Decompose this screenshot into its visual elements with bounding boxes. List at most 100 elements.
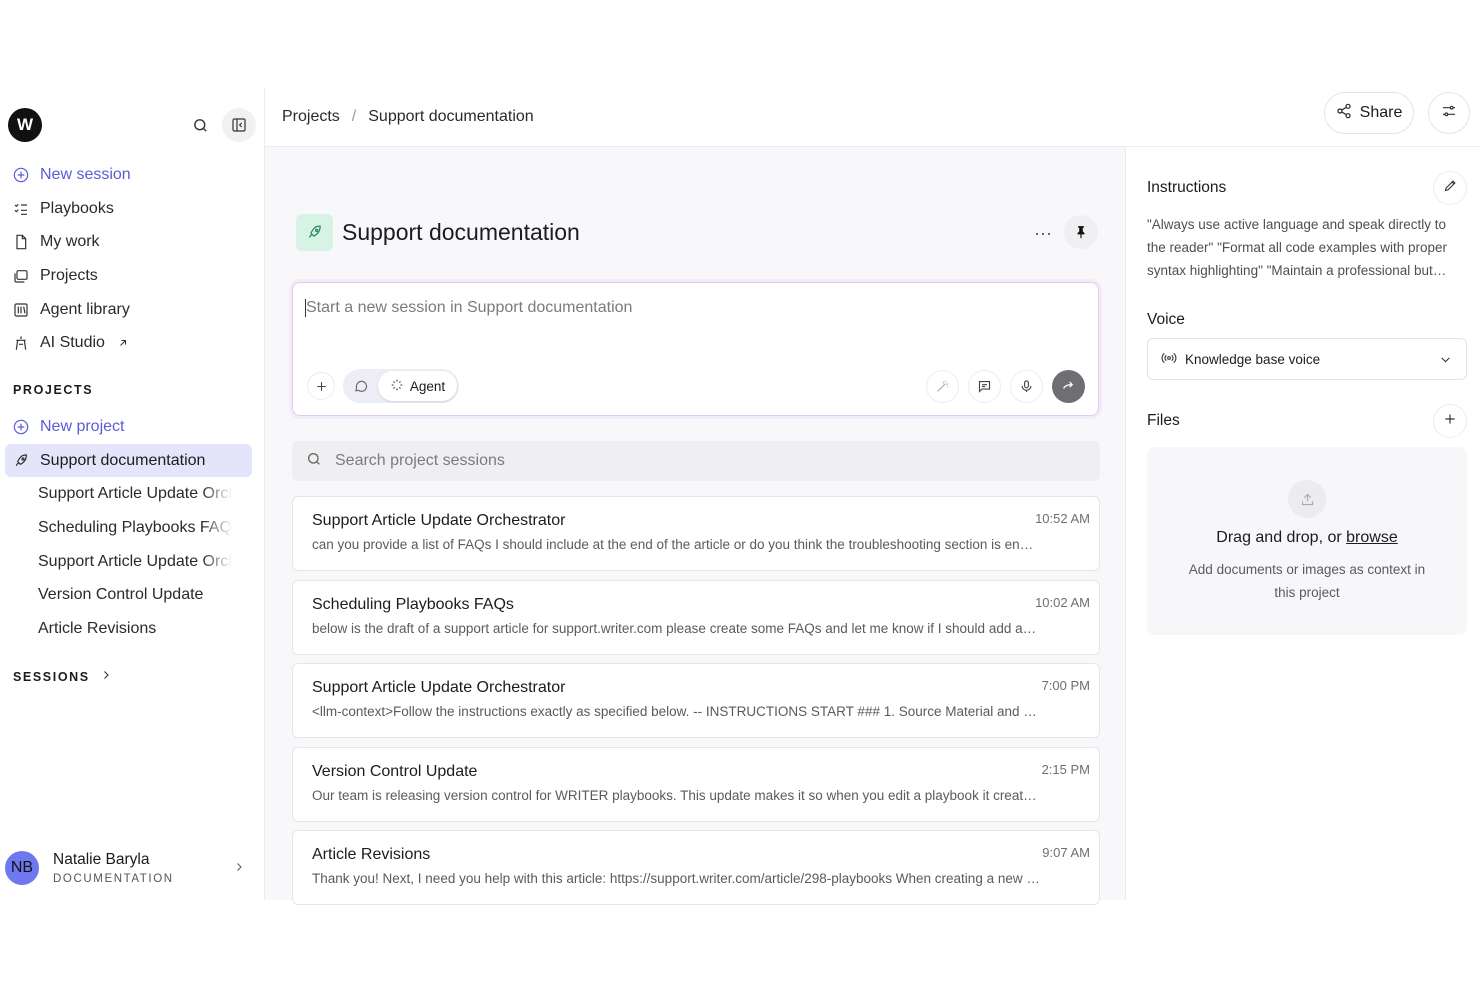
main-area: Projects / Support documentation Share S… xyxy=(265,87,1480,906)
microphone-icon[interactable] xyxy=(1010,370,1043,403)
agent-mode-button[interactable]: Agent xyxy=(378,371,457,401)
session-time: 10:02 AM xyxy=(1035,594,1090,610)
project-session-label: Version Control Update xyxy=(38,586,204,604)
collapse-sidebar-icon[interactable] xyxy=(222,108,256,142)
share-label: Share xyxy=(1359,104,1403,121)
session-preview: Our team is releasing version control fo… xyxy=(312,787,1040,803)
edit-instructions-button[interactable] xyxy=(1433,171,1467,205)
files-heading: Files xyxy=(1147,412,1180,429)
instructions-heading: Instructions xyxy=(1147,179,1227,196)
nav-label: Agent library xyxy=(40,300,130,318)
search-icon[interactable] xyxy=(188,113,212,137)
new-project-button[interactable]: New project xyxy=(0,410,265,444)
agent-sparkle-icon xyxy=(390,378,404,395)
magic-wand-button[interactable] xyxy=(926,370,959,403)
more-options-icon[interactable]: ··· xyxy=(1031,221,1055,245)
project-session-label: Article Revisions xyxy=(38,619,157,637)
nav-item-projects[interactable]: Projects xyxy=(0,259,265,293)
sessions-section-label: SESSIONS xyxy=(13,670,90,684)
voice-select[interactable]: Knowledge base voice xyxy=(1147,338,1467,380)
instructions-text: "Always use active language and speak di… xyxy=(1147,217,1447,278)
sliders-icon xyxy=(1441,103,1457,124)
sessions-section-toggle[interactable]: SESSIONS xyxy=(13,668,112,686)
session-title: Version Control Update xyxy=(312,762,478,780)
session-composer[interactable]: Start a new session in Support documenta… xyxy=(292,282,1099,416)
add-file-button[interactable] xyxy=(1433,404,1467,438)
new-project-label: New project xyxy=(40,417,125,435)
nav-item-agent-library[interactable]: Agent library xyxy=(0,293,265,327)
writer-logo[interactable]: W xyxy=(8,108,42,142)
project-session-item[interactable]: Support Article Update Orchestrator xyxy=(0,477,232,512)
settings-sliders-button[interactable] xyxy=(1428,92,1470,134)
session-card[interactable]: Version Control Update 2:15 PM Our team … xyxy=(292,746,1100,822)
project-session-item[interactable]: Version Control Update xyxy=(0,578,232,612)
session-time: 9:07 AM xyxy=(1042,845,1090,861)
document-icon xyxy=(13,234,29,250)
project-header: Support documentation xyxy=(296,214,580,251)
chat-bubble-icon[interactable] xyxy=(351,376,371,396)
message-icon[interactable] xyxy=(968,370,1001,403)
composer-input[interactable]: Start a new session in Support documenta… xyxy=(305,299,632,317)
chevron-right-icon xyxy=(233,860,245,878)
folders-icon xyxy=(13,268,29,284)
nav-label: Projects xyxy=(40,266,98,284)
broadcast-icon xyxy=(1161,350,1177,369)
chevron-right-icon xyxy=(100,668,112,686)
nav-label: AI Studio xyxy=(40,334,105,352)
drag-drop-text: Drag and drop, or xyxy=(1216,529,1347,546)
nav-label: New session xyxy=(40,165,131,183)
session-title: Support Article Update Orchestrator xyxy=(312,512,566,529)
project-label: Support documentation xyxy=(40,451,206,469)
nav-label: My work xyxy=(40,233,100,251)
search-input[interactable]: Search project sessions xyxy=(335,452,505,470)
pin-icon[interactable] xyxy=(1064,215,1098,249)
session-list: Support Article Update Orchestrator 10:5… xyxy=(292,496,1100,914)
browse-link[interactable]: browse xyxy=(1346,529,1398,546)
chevron-down-icon xyxy=(1439,353,1452,369)
avatar: NB xyxy=(5,851,39,885)
session-title: Article Revisions xyxy=(312,846,431,864)
session-preview: Thank you! Next, I need you help with th… xyxy=(312,871,1040,887)
nav-item-playbooks[interactable]: Playbooks xyxy=(0,192,265,226)
plus-circle-icon xyxy=(13,167,29,183)
breadcrumb-separator: / xyxy=(351,107,357,125)
send-button[interactable] xyxy=(1052,370,1085,403)
user-name: Natalie Baryla xyxy=(53,851,150,868)
session-card[interactable]: Support Article Update Orchestrator 10:5… xyxy=(292,496,1100,571)
project-session-item[interactable]: Scheduling Playbooks FAQs xyxy=(0,511,232,545)
new-session-button[interactable]: New session xyxy=(0,158,265,192)
nav-label: Playbooks xyxy=(40,199,114,217)
projects-section-label: PROJECTS xyxy=(13,383,94,397)
plus-circle-icon xyxy=(13,419,29,435)
dropzone-subtext: Add documents or images as context in th… xyxy=(1188,562,1426,600)
nav-item-my-work[interactable]: My work xyxy=(0,225,265,259)
session-card[interactable]: Article Revisions 9:07 AM Thank you! Nex… xyxy=(292,830,1100,906)
breadcrumb-current: Support documentation xyxy=(368,107,534,125)
rocket-icon xyxy=(13,453,29,469)
project-item-support-documentation[interactable]: Support documentation xyxy=(5,443,252,478)
search-icon xyxy=(306,451,322,472)
session-title: Support Article Update Orchestrator xyxy=(312,679,566,697)
dropzone-text: Drag and drop, or browse xyxy=(1147,529,1467,547)
agent-label: Agent xyxy=(409,378,446,394)
app-window: W New session Playbooks My work Projects xyxy=(0,87,1480,906)
file-dropzone[interactable]: Drag and drop, or browse Add documents o… xyxy=(1147,447,1467,635)
main-nav: New session Playbooks My work Projects A… xyxy=(0,158,265,360)
pencil-icon xyxy=(1443,178,1458,198)
add-attachment-button[interactable] xyxy=(307,372,335,400)
upload-icon xyxy=(1288,480,1326,518)
session-time: 10:52 AM xyxy=(1035,511,1090,526)
page-title: Support documentation xyxy=(342,219,580,245)
nav-item-ai-studio[interactable]: AI Studio xyxy=(0,326,265,360)
search-project-sessions[interactable]: Search project sessions xyxy=(292,441,1100,481)
mode-toggle: Agent xyxy=(343,369,459,403)
user-profile[interactable]: NB Natalie Baryla DOCUMENTATION xyxy=(5,850,255,886)
project-session-item[interactable]: Article Revisions xyxy=(0,612,232,646)
list-checks-icon xyxy=(13,201,29,217)
session-card[interactable]: Support Article Update Orchestrator 7:00… xyxy=(292,663,1100,739)
top-bar: Projects / Support documentation Share xyxy=(265,87,1480,147)
project-session-item[interactable]: Support Article Update Orchestrator xyxy=(0,544,232,579)
session-card[interactable]: Scheduling Playbooks FAQs 10:02 AM below… xyxy=(292,579,1100,655)
breadcrumb-projects[interactable]: Projects xyxy=(282,108,340,126)
share-button[interactable]: Share xyxy=(1324,92,1414,134)
